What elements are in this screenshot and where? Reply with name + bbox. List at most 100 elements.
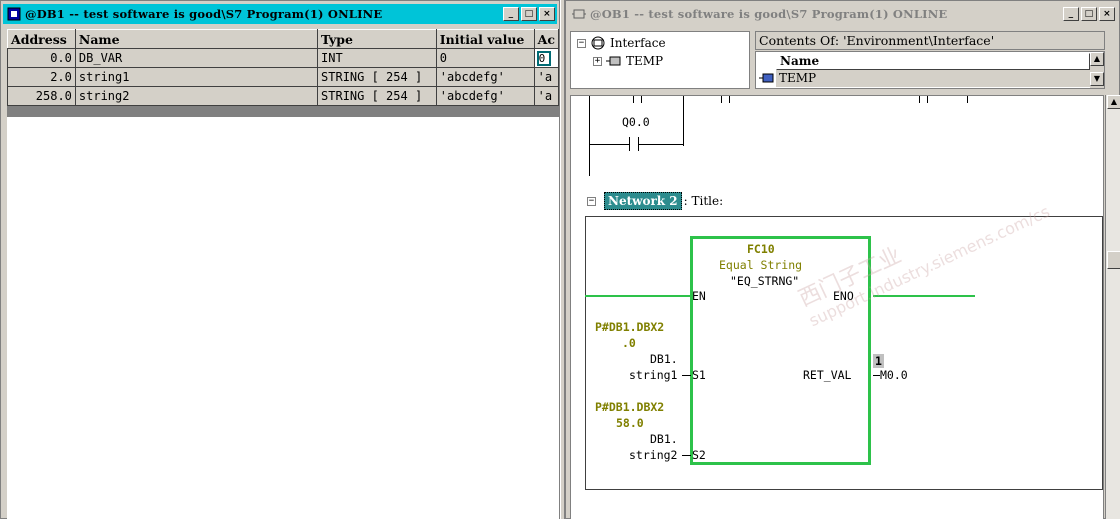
pin-s2: S2 bbox=[692, 448, 706, 462]
table-row[interactable]: 2.0 string1 STRING [ 254 ] 'abcdefg' 'a bbox=[7, 67, 559, 87]
network-tag[interactable]: Network 2 bbox=[604, 192, 682, 210]
tree-label-interface: Interface bbox=[610, 36, 666, 50]
interface-tree: − Interface + TEMP bbox=[570, 31, 750, 89]
collapse-icon[interactable]: − bbox=[587, 196, 596, 206]
block-name: FC10 bbox=[747, 242, 775, 256]
contents-pane: Contents Of: 'Environment\Interface' Nam… bbox=[755, 31, 1105, 89]
pin-ret-val: RET_VAL bbox=[803, 368, 852, 382]
network-2-header[interactable]: − Network 2 : Title: bbox=[587, 192, 723, 210]
pin-s1: S1 bbox=[692, 368, 706, 382]
cell-type[interactable]: STRING [ 254 ] bbox=[317, 86, 437, 106]
ladder-editor[interactable]: Q0.0 − Network 2 : Title: FC10 Equal Str… bbox=[570, 95, 1104, 519]
program-block-icon bbox=[572, 9, 586, 19]
contents-list: Name TEMP ▲ ▼ bbox=[755, 51, 1105, 89]
pin-eno: ENO bbox=[833, 289, 854, 303]
col-header-name[interactable]: Name bbox=[74, 29, 319, 49]
table-row[interactable]: 0.0 DB_VAR INT 0 0 bbox=[7, 48, 559, 68]
scroll-down-icon[interactable]: ▼ bbox=[1090, 72, 1104, 86]
network-title[interactable]: : Title: bbox=[684, 194, 724, 208]
db-table-area: Address Name Type Initial value Ac 0.0 D… bbox=[7, 29, 559, 117]
cell-address[interactable]: 0.0 bbox=[7, 48, 76, 68]
window-icon bbox=[7, 7, 21, 21]
s2-wire bbox=[682, 455, 691, 456]
ladder-scrollbar[interactable]: ▲ bbox=[1105, 95, 1120, 519]
rung-wire bbox=[927, 96, 928, 103]
s1-variable[interactable]: string1 bbox=[629, 368, 677, 382]
cell-address[interactable]: 258.0 bbox=[7, 86, 76, 106]
contact-q00[interactable] bbox=[629, 137, 630, 151]
col-header-address[interactable]: Address bbox=[7, 29, 76, 49]
db-editor-window: @DB1 -- test software is good\S7 Program… bbox=[0, 0, 560, 519]
collapse-icon[interactable]: − bbox=[577, 38, 586, 48]
cell-actual[interactable]: 'a bbox=[533, 67, 559, 87]
expand-icon[interactable]: + bbox=[593, 56, 602, 66]
minimize-button[interactable]: _ bbox=[503, 7, 519, 21]
temp-variable-icon bbox=[606, 56, 621, 66]
block-symbol: "EQ_STRNG" bbox=[730, 274, 800, 288]
close-button[interactable]: × bbox=[539, 7, 555, 21]
scroll-up-icon[interactable]: ▲ bbox=[1090, 52, 1104, 66]
col-header-initial-value[interactable]: Initial value bbox=[435, 29, 535, 49]
cell-name[interactable]: string1 bbox=[74, 67, 319, 87]
cell-initial[interactable]: 'abcdefg' bbox=[435, 86, 535, 106]
contents-scrollbar[interactable]: ▲ ▼ bbox=[1090, 52, 1104, 88]
tree-item-temp[interactable]: + TEMP bbox=[593, 54, 663, 68]
close-button[interactable]: × bbox=[1099, 7, 1115, 21]
cell-name[interactable]: string2 bbox=[74, 86, 319, 106]
s2-pointer-line2[interactable]: 58.0 bbox=[616, 416, 644, 430]
cell-actual-selected[interactable]: 0 bbox=[533, 48, 559, 68]
temp-variable-icon bbox=[759, 73, 774, 83]
maximize-button[interactable]: □ bbox=[1081, 7, 1097, 21]
ret-val-output[interactable]: M0.0 bbox=[880, 368, 908, 382]
eno-wire bbox=[873, 295, 975, 297]
col-header-name[interactable]: Name bbox=[776, 53, 1090, 70]
s2-db[interactable]: DB1. bbox=[650, 432, 678, 446]
cell-type[interactable]: STRING [ 254 ] bbox=[317, 67, 437, 87]
table-header-row: Address Name Type Initial value Ac bbox=[7, 29, 559, 49]
db-table: Address Name Type Initial value Ac 0.0 D… bbox=[7, 29, 559, 106]
s1-wire bbox=[682, 375, 691, 376]
s1-db[interactable]: DB1. bbox=[650, 352, 678, 366]
ret-val-status: 1 bbox=[873, 354, 884, 368]
rung-wire bbox=[683, 96, 684, 146]
block-description: Equal String bbox=[719, 258, 803, 272]
cell-type[interactable]: INT bbox=[317, 48, 437, 68]
cell-address[interactable]: 2.0 bbox=[7, 67, 76, 87]
rung-wire bbox=[967, 96, 968, 103]
ret-wire bbox=[873, 375, 880, 376]
scroll-up-icon[interactable]: ▲ bbox=[1107, 95, 1120, 109]
maximize-button[interactable]: □ bbox=[521, 7, 537, 21]
cell-actual[interactable]: 'a bbox=[533, 86, 559, 106]
actual-value-edit[interactable]: 0 bbox=[536, 50, 551, 66]
s1-pointer-line2[interactable]: .0 bbox=[622, 336, 636, 350]
interface-icon bbox=[591, 36, 605, 50]
db-empty-area bbox=[7, 117, 559, 519]
minimize-button[interactable]: _ bbox=[1063, 7, 1079, 21]
rung-wire bbox=[721, 96, 722, 103]
rung-wire bbox=[729, 96, 730, 103]
table-row[interactable]: 258.0 string2 STRING [ 254 ] 'abcdefg' '… bbox=[7, 86, 559, 106]
s1-pointer-line1[interactable]: P#DB1.DBX2 bbox=[595, 320, 664, 334]
contact-label: Q0.0 bbox=[622, 115, 650, 129]
ob-editor-window: @OB1 -- test software is good\S7 Program… bbox=[565, 0, 1120, 519]
en-wire bbox=[585, 295, 691, 297]
cell-initial[interactable]: 0 bbox=[435, 48, 535, 68]
rung-wire bbox=[641, 96, 642, 103]
rung-wire bbox=[919, 96, 920, 103]
rung-wire bbox=[638, 144, 684, 145]
col-header-actual-value[interactable]: Ac bbox=[533, 29, 559, 49]
rung-wire bbox=[589, 144, 629, 145]
scroll-thumb[interactable] bbox=[1107, 251, 1120, 269]
tree-label-temp: TEMP bbox=[626, 54, 664, 68]
s2-pointer-line1[interactable]: P#DB1.DBX2 bbox=[595, 400, 664, 414]
db-editor-titlebar[interactable]: @DB1 -- test software is good\S7 Program… bbox=[3, 4, 557, 24]
ob-editor-titlebar[interactable]: @OB1 -- test software is good\S7 Program… bbox=[568, 4, 1117, 24]
s2-variable[interactable]: string2 bbox=[629, 448, 677, 462]
list-item-temp[interactable]: TEMP bbox=[776, 70, 1090, 87]
col-header-type[interactable]: Type bbox=[317, 29, 437, 49]
tree-item-interface[interactable]: − Interface bbox=[577, 36, 666, 50]
cell-initial[interactable]: 'abcdefg' bbox=[435, 67, 535, 87]
window-title: @OB1 -- test software is good\S7 Program… bbox=[590, 7, 948, 21]
cell-name[interactable]: DB_VAR bbox=[74, 48, 319, 68]
window-title: @DB1 -- test software is good\S7 Program… bbox=[25, 7, 383, 21]
